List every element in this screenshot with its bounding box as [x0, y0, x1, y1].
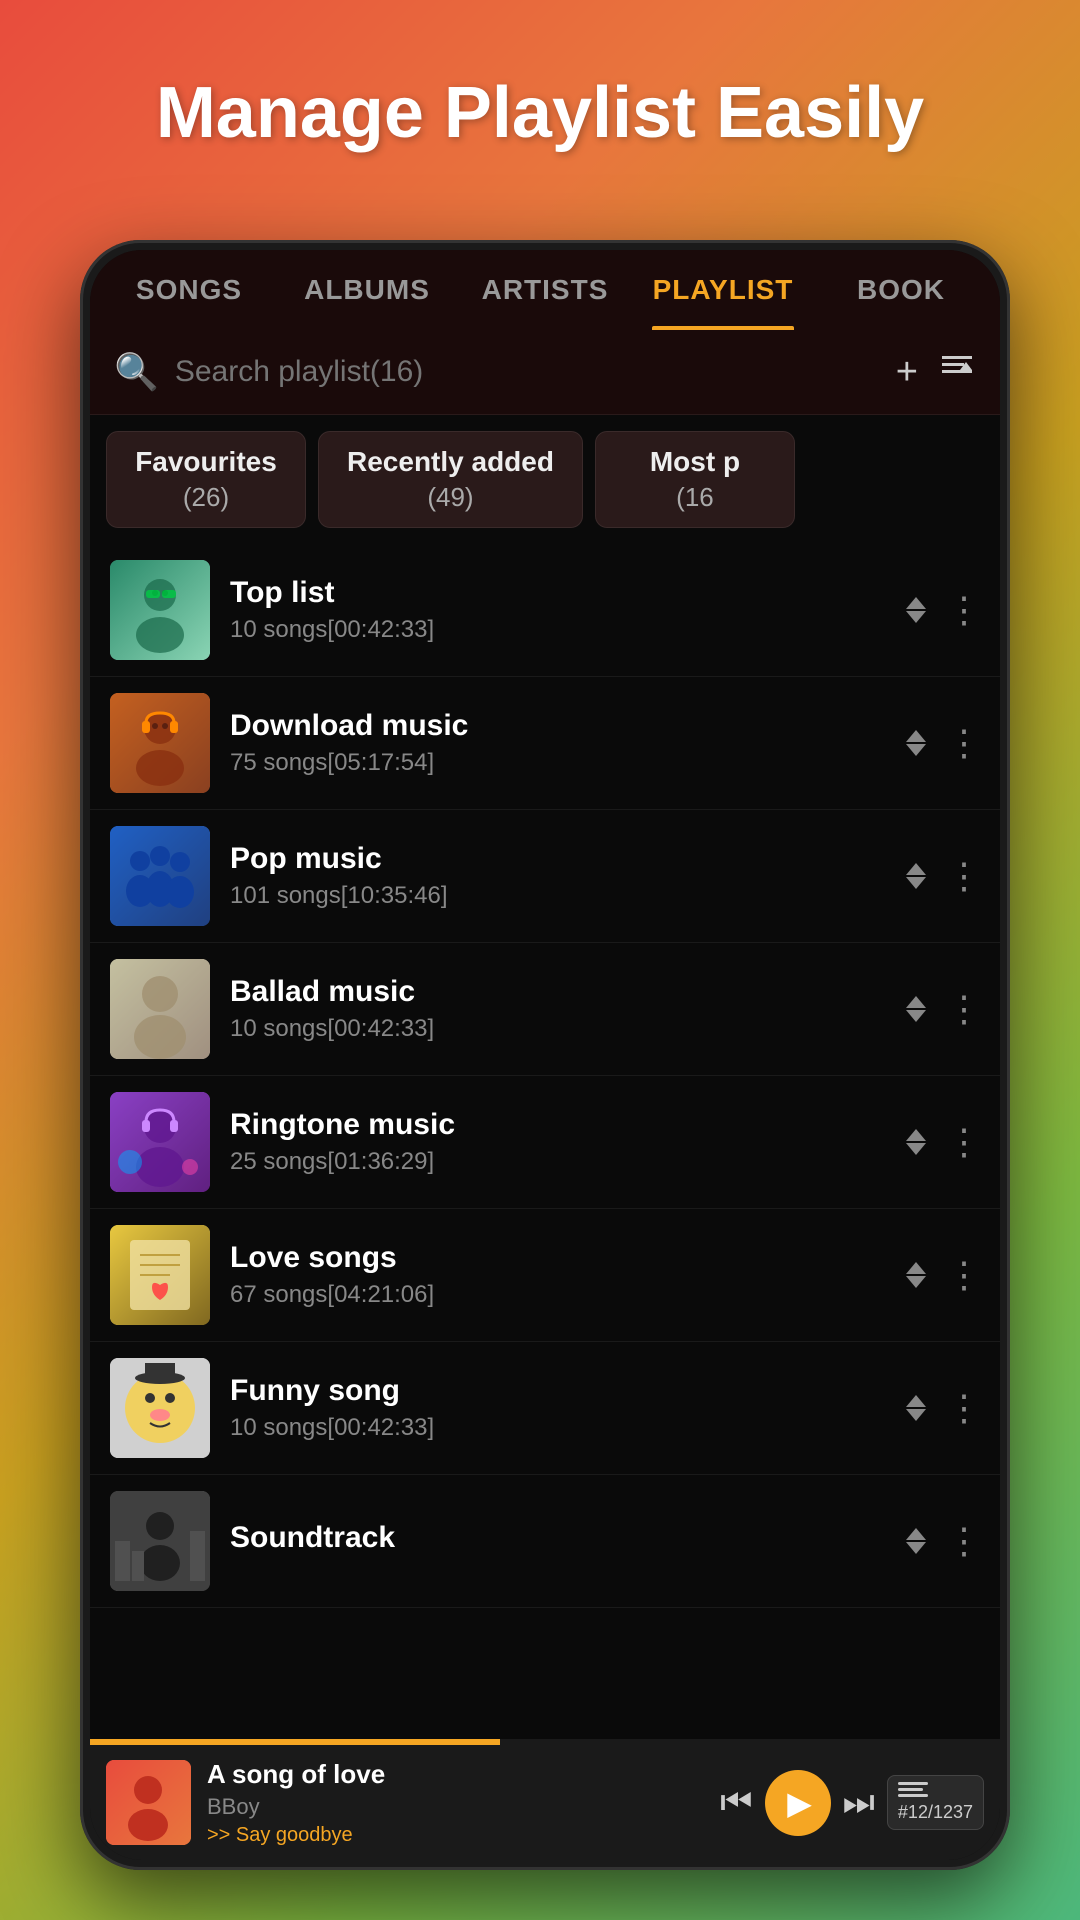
- category-chip-favourites[interactable]: Favourites (26): [106, 431, 306, 528]
- more-options-icon[interactable]: ⋮: [946, 1520, 980, 1562]
- queue-line: [898, 1794, 928, 1797]
- now-playing-say-goodbye: >> Say goodbye: [207, 1824, 704, 1847]
- playlist-info: Ringtone music 25 songs[01:36:29]: [230, 1108, 886, 1176]
- list-item[interactable]: Love songs 67 songs[04:21:06] ⋮: [90, 1209, 1000, 1342]
- reorder-icon[interactable]: [906, 863, 926, 889]
- queue-line: [898, 1788, 923, 1791]
- playlist-actions: ⋮: [906, 1387, 980, 1429]
- more-options-icon[interactable]: ⋮: [946, 855, 980, 897]
- category-row: Favourites (26) Recently added (49) Most…: [90, 415, 1000, 544]
- more-options-icon[interactable]: ⋮: [946, 1121, 980, 1163]
- next-button[interactable]: ⏭: [843, 1781, 875, 1824]
- playlist-actions: ⋮: [906, 988, 980, 1030]
- now-playing-bar: A song of love BBoy >> Say goodbye ⏮ ▶ ⏭: [90, 1745, 1000, 1860]
- reorder-icon[interactable]: [906, 1395, 926, 1421]
- playlist-info: Top list 10 songs[00:42:33]: [230, 576, 886, 644]
- category-chip-recently-added[interactable]: Recently added (49): [318, 431, 583, 528]
- playlist-actions: ⋮: [906, 589, 980, 631]
- queue-button[interactable]: #12/1237: [887, 1775, 984, 1830]
- queue-lines: [898, 1782, 973, 1797]
- now-playing-artist: BBoy: [207, 1794, 704, 1820]
- list-item[interactable]: Pop music 101 songs[10:35:46] ⋮: [90, 810, 1000, 943]
- list-item[interactable]: Download music 75 songs[05:17:54] ⋮: [90, 677, 1000, 810]
- phone-screen: SONGS ALBUMS ARTISTS PLAYLIST BOOK 🔍: [90, 250, 1000, 1860]
- playlist-thumb: [110, 1225, 210, 1325]
- playlist-actions: ⋮: [906, 722, 980, 764]
- more-options-icon[interactable]: ⋮: [946, 1254, 980, 1296]
- tab-playlist[interactable]: PLAYLIST: [634, 250, 812, 330]
- playlist-info: Pop music 101 songs[10:35:46]: [230, 842, 886, 910]
- search-input[interactable]: [175, 355, 880, 389]
- list-item[interactable]: Funny song 10 songs[00:42:33] ⋮: [90, 1342, 1000, 1475]
- tab-albums[interactable]: ALBUMS: [278, 250, 456, 330]
- tab-artists[interactable]: ARTISTS: [456, 250, 634, 330]
- playlist-thumb: [110, 826, 210, 926]
- reorder-icon[interactable]: [906, 730, 926, 756]
- tabs-bar: SONGS ALBUMS ARTISTS PLAYLIST BOOK: [90, 250, 1000, 330]
- list-item[interactable]: Ballad music 10 songs[00:42:33] ⋮: [90, 943, 1000, 1076]
- now-playing-thumbnail: [106, 1760, 191, 1845]
- reorder-icon[interactable]: [906, 1129, 926, 1155]
- category-chip-most-played[interactable]: Most p (16: [595, 431, 795, 528]
- sort-button[interactable]: [938, 348, 976, 396]
- reorder-icon[interactable]: [906, 1262, 926, 1288]
- play-pause-button[interactable]: ▶: [765, 1770, 831, 1836]
- playlist-thumb: [110, 693, 210, 793]
- playlist-thumb: [110, 1092, 210, 1192]
- now-playing-title: A song of love: [207, 1759, 704, 1790]
- search-icon: 🔍: [114, 351, 159, 393]
- now-playing-info: A song of love BBoy >> Say goodbye: [207, 1759, 704, 1847]
- search-actions: +: [896, 348, 976, 396]
- list-item[interactable]: Soundtrack ⋮: [90, 1475, 1000, 1608]
- playlist-info: Ballad music 10 songs[00:42:33]: [230, 975, 886, 1043]
- playlist-thumb: [110, 1491, 210, 1591]
- playlist-list: Top list 10 songs[00:42:33] ⋮: [90, 544, 1000, 1721]
- playlist-actions: ⋮: [906, 855, 980, 897]
- tab-songs[interactable]: SONGS: [100, 250, 278, 330]
- more-options-icon[interactable]: ⋮: [946, 1387, 980, 1429]
- playlist-info: Love songs 67 songs[04:21:06]: [230, 1241, 886, 1309]
- previous-button[interactable]: ⏮: [720, 1781, 752, 1824]
- playlist-thumb: [110, 1358, 210, 1458]
- more-options-icon[interactable]: ⋮: [946, 589, 980, 631]
- reorder-icon[interactable]: [906, 996, 926, 1022]
- more-options-icon[interactable]: ⋮: [946, 988, 980, 1030]
- queue-count: #12/1237: [898, 1802, 973, 1823]
- list-item[interactable]: Top list 10 songs[00:42:33] ⋮: [90, 544, 1000, 677]
- page-title: Manage Playlist Easily: [60, 70, 1020, 156]
- playlist-actions: ⋮: [906, 1254, 980, 1296]
- playlist-info: Soundtrack: [230, 1521, 886, 1561]
- reorder-icon[interactable]: [906, 1528, 926, 1554]
- tab-book[interactable]: BOOK: [812, 250, 990, 330]
- playlist-info: Funny song 10 songs[00:42:33]: [230, 1374, 886, 1442]
- queue-line: [898, 1782, 928, 1785]
- playlist-actions: ⋮: [906, 1121, 980, 1163]
- more-options-icon[interactable]: ⋮: [946, 722, 980, 764]
- play-icon: ▶: [787, 1784, 812, 1822]
- phone-frame: SONGS ALBUMS ARTISTS PLAYLIST BOOK 🔍: [80, 240, 1010, 1870]
- playlist-actions: ⋮: [906, 1520, 980, 1562]
- search-bar: 🔍 +: [90, 330, 1000, 415]
- list-item[interactable]: Ringtone music 25 songs[01:36:29] ⋮: [90, 1076, 1000, 1209]
- playlist-info: Download music 75 songs[05:17:54]: [230, 709, 886, 777]
- now-playing-controls: ⏮ ▶ ⏭ #12/1237: [720, 1770, 984, 1836]
- playlist-thumb: [110, 959, 210, 1059]
- playlist-thumb: [110, 560, 210, 660]
- reorder-icon[interactable]: [906, 597, 926, 623]
- add-playlist-button[interactable]: +: [896, 351, 918, 394]
